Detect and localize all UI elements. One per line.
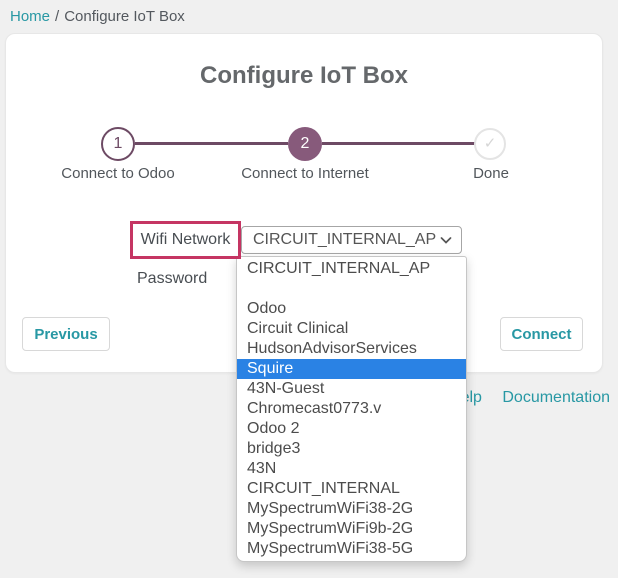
breadcrumb-current: Configure IoT Box xyxy=(64,8,185,25)
step-1-indicator: 1 xyxy=(101,127,135,161)
dropdown-option-highlighted[interactable]: Squire xyxy=(237,359,466,379)
breadcrumb-separator: / xyxy=(55,8,59,25)
previous-button[interactable]: Previous xyxy=(22,317,110,351)
step-3-check-icon: ✓ xyxy=(474,128,506,160)
page-title: Configure IoT Box xyxy=(6,62,602,90)
dropdown-option[interactable]: Odoo xyxy=(237,299,466,319)
step-2-indicator: 2 xyxy=(288,127,322,161)
dropdown-option[interactable] xyxy=(237,279,466,299)
dropdown-option[interactable]: Circuit Clinical xyxy=(237,319,466,339)
dropdown-option[interactable]: Chromecast0773.v xyxy=(237,399,466,419)
step-3-label: Done xyxy=(391,165,591,182)
step-2-label: Connect to Internet xyxy=(205,165,405,182)
configure-iot-box-page: Home / Configure IoT Box Configure IoT Box… xyxy=(0,0,618,578)
dropdown-option[interactable]: MySpectrumWiFi38-5G xyxy=(237,539,466,559)
breadcrumb-home-link[interactable]: Home xyxy=(10,8,50,25)
dropdown-option[interactable]: HudsonAdvisorServices xyxy=(237,339,466,359)
wifi-select-value: CIRCUIT_INTERNAL_AP xyxy=(253,231,440,249)
dropdown-option[interactable]: CIRCUIT_INTERNAL_AP xyxy=(237,259,466,279)
wifi-network-dropdown-list: CIRCUIT_INTERNAL_AP Odoo Circuit Clinica… xyxy=(236,256,467,562)
footer-links: Help Documentation xyxy=(449,389,610,407)
documentation-link[interactable]: Documentation xyxy=(502,389,610,406)
password-label: Password xyxy=(137,270,207,288)
dropdown-option[interactable]: MySpectrumWiFi38-2G xyxy=(237,499,466,519)
wifi-network-label: Wifi Network xyxy=(141,231,231,249)
step-connector-2 xyxy=(322,142,475,145)
dropdown-option[interactable]: CIRCUIT_INTERNAL xyxy=(237,479,466,499)
wifi-network-select[interactable]: CIRCUIT_INTERNAL_AP xyxy=(241,226,462,254)
wifi-label-annotation-box: Wifi Network xyxy=(130,221,241,259)
dropdown-option[interactable]: 43N-Guest xyxy=(237,379,466,399)
dropdown-option[interactable]: MySpectrumWiFi9b-2G xyxy=(237,519,466,539)
dropdown-option[interactable]: 43N xyxy=(237,459,466,479)
step-connector-1 xyxy=(135,142,288,145)
dropdown-option[interactable]: Odoo 2 xyxy=(237,419,466,439)
step-1-label: Connect to Odoo xyxy=(18,165,218,182)
dropdown-option[interactable]: bridge3 xyxy=(237,439,466,459)
connect-button[interactable]: Connect xyxy=(500,317,583,351)
breadcrumb: Home / Configure IoT Box xyxy=(10,8,185,25)
chevron-down-icon xyxy=(440,237,452,244)
